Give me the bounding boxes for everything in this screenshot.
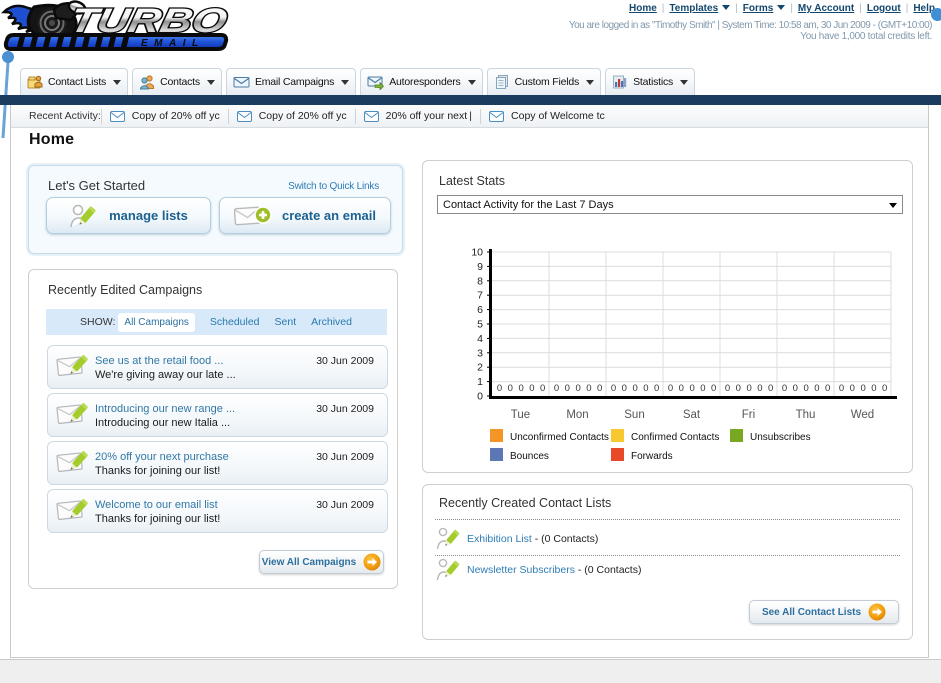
svg-text:0: 0 bbox=[611, 383, 616, 394]
svg-text:10: 10 bbox=[471, 247, 483, 259]
svg-text:0: 0 bbox=[575, 383, 580, 394]
svg-text:Forwards: Forwards bbox=[631, 451, 673, 462]
svg-text:0: 0 bbox=[850, 383, 855, 394]
svg-text:0: 0 bbox=[803, 383, 808, 394]
svg-text:0: 0 bbox=[508, 383, 513, 394]
svg-text:Bounces: Bounces bbox=[510, 451, 549, 462]
svg-text:0: 0 bbox=[711, 383, 716, 394]
svg-text:1: 1 bbox=[477, 376, 483, 388]
svg-text:7: 7 bbox=[477, 290, 483, 302]
svg-text:Mon: Mon bbox=[566, 409, 588, 421]
svg-text:0: 0 bbox=[679, 383, 684, 394]
svg-text:6: 6 bbox=[477, 304, 483, 316]
svg-text:0: 0 bbox=[839, 383, 844, 394]
svg-text:0: 0 bbox=[518, 383, 523, 394]
svg-text:9: 9 bbox=[477, 261, 483, 273]
svg-text:0: 0 bbox=[477, 391, 483, 403]
svg-text:Wed: Wed bbox=[851, 409, 874, 421]
svg-text:0: 0 bbox=[768, 383, 773, 394]
svg-text:0: 0 bbox=[622, 383, 627, 394]
svg-text:Fri: Fri bbox=[742, 409, 755, 421]
svg-text:0: 0 bbox=[871, 383, 876, 394]
svg-text:0: 0 bbox=[736, 383, 741, 394]
svg-text:0: 0 bbox=[654, 383, 659, 394]
svg-text:0: 0 bbox=[689, 383, 694, 394]
svg-text:2: 2 bbox=[477, 362, 483, 374]
svg-text:0: 0 bbox=[643, 383, 648, 394]
svg-text:0: 0 bbox=[565, 383, 570, 394]
svg-text:0: 0 bbox=[757, 383, 762, 394]
svg-text:0: 0 bbox=[540, 383, 545, 394]
svg-text:0: 0 bbox=[882, 383, 887, 394]
svg-text:0: 0 bbox=[632, 383, 637, 394]
svg-text:Sun: Sun bbox=[624, 409, 644, 421]
svg-text:0: 0 bbox=[725, 383, 730, 394]
svg-text:0: 0 bbox=[529, 383, 534, 394]
svg-text:Thu: Thu bbox=[796, 409, 816, 421]
svg-text:0: 0 bbox=[860, 383, 865, 394]
svg-text:4: 4 bbox=[477, 333, 483, 345]
svg-text:Confirmed Contacts: Confirmed Contacts bbox=[631, 432, 719, 443]
svg-text:8: 8 bbox=[477, 275, 483, 287]
svg-text:0: 0 bbox=[746, 383, 751, 394]
svg-text:0: 0 bbox=[586, 383, 591, 394]
svg-text:0: 0 bbox=[814, 383, 819, 394]
svg-text:0: 0 bbox=[825, 383, 830, 394]
svg-text:Unsubscribes: Unsubscribes bbox=[750, 432, 811, 443]
svg-text:0: 0 bbox=[554, 383, 559, 394]
svg-text:Tue: Tue bbox=[511, 409, 530, 421]
svg-text:3: 3 bbox=[477, 347, 483, 359]
svg-text:0: 0 bbox=[782, 383, 787, 394]
svg-text:Unconfirmed Contacts: Unconfirmed Contacts bbox=[510, 432, 609, 443]
svg-text:0: 0 bbox=[597, 383, 602, 394]
svg-text:5: 5 bbox=[477, 319, 483, 331]
svg-text:0: 0 bbox=[700, 383, 705, 394]
svg-text:0: 0 bbox=[668, 383, 673, 394]
svg-text:0: 0 bbox=[793, 383, 798, 394]
svg-text:0: 0 bbox=[497, 383, 502, 394]
svg-text:Sat: Sat bbox=[683, 409, 701, 421]
svg-text:EMAIL: EMAIL bbox=[141, 38, 205, 49]
